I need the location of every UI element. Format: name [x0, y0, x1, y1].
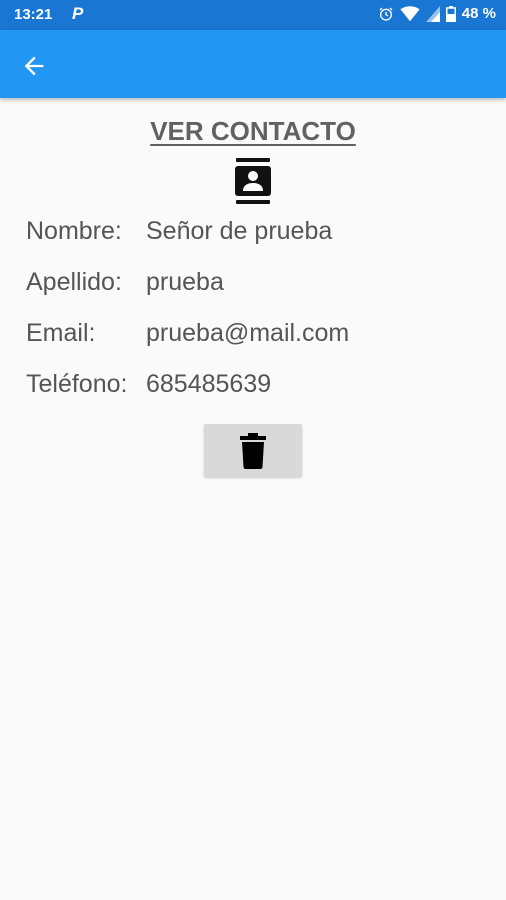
arrow-back-icon [24, 56, 44, 76]
back-button[interactable] [20, 52, 48, 80]
nombre-label: Nombre: [26, 217, 122, 245]
app-bar [0, 30, 506, 98]
delete-button[interactable] [204, 424, 302, 477]
telefono-label: Teléfono: [26, 370, 128, 398]
wifi-icon [400, 5, 420, 21]
telefono-value: 685485639 [146, 370, 272, 398]
contact-header [232, 156, 274, 206]
page-title: VER CONTACTO [150, 116, 356, 146]
signal-icon [425, 5, 440, 22]
trash-icon [240, 432, 266, 469]
alarm-icon [379, 7, 393, 21]
apellido-label: Apellido: [26, 268, 122, 296]
status-bar: 13:21 P 48 % [0, 0, 506, 30]
email-label: Email: [26, 319, 96, 347]
app-notification-icon: P [72, 4, 84, 23]
status-time: 13:21 [14, 6, 53, 23]
nombre-value: Señor de prueba [146, 217, 333, 245]
battery-percent: 48 % [461, 5, 496, 22]
apellido-value: prueba [146, 268, 224, 296]
contact-card-icon [235, 158, 271, 204]
status-icons: 48 % [378, 5, 496, 22]
email-value: prueba@mail.com [146, 319, 350, 347]
battery-icon [445, 5, 456, 22]
